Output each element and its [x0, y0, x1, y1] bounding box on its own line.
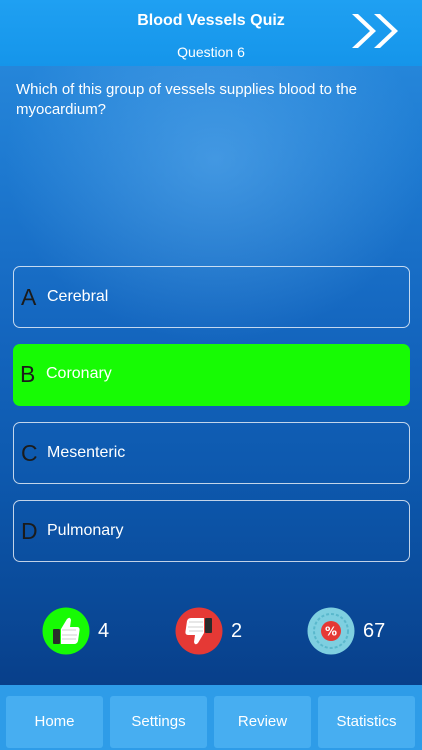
answer-option-d[interactable]: D Pulmonary [13, 500, 410, 562]
next-question-button[interactable] [348, 10, 408, 52]
percent-badge-icon: % [307, 607, 355, 655]
quiz-screen: Blood Vessels Quiz Question 6 Which of t… [0, 0, 422, 750]
tab-home[interactable]: Home [6, 696, 103, 748]
question-text: Which of this group of vessels supplies … [16, 81, 358, 118]
correct-count-badge [42, 607, 90, 655]
wrong-count-badge [175, 607, 223, 655]
answer-text: Pulmonary [47, 522, 124, 539]
answer-letter: A [21, 284, 37, 310]
answer-letter: D [21, 518, 38, 544]
answer-text: Mesenteric [47, 444, 126, 461]
tab-review[interactable]: Review [214, 696, 311, 748]
thumbs-down-icon [175, 607, 223, 655]
header-bar: Blood Vessels Quiz Question 6 [0, 0, 422, 66]
percent-score: 67 [363, 620, 386, 642]
answer-option-b[interactable]: B Coronary [13, 344, 410, 406]
svg-text:%: % [325, 625, 337, 639]
tab-statistics[interactable]: Statistics [318, 696, 415, 748]
answer-text: Cerebral [47, 288, 109, 305]
answer-option-a[interactable]: A Cerebral [13, 266, 410, 328]
wrong-count: 2 [231, 620, 243, 642]
answer-letter: B [20, 361, 36, 387]
answer-text: Coronary [46, 365, 112, 382]
tab-settings[interactable]: Settings [110, 696, 207, 748]
thumbs-up-icon [42, 607, 90, 655]
correct-count: 4 [98, 620, 110, 642]
percent-badge: % [307, 607, 355, 655]
double-chevron-right-icon [352, 14, 398, 48]
answer-option-c[interactable]: C Mesenteric [13, 422, 410, 484]
answer-letter: C [21, 440, 38, 466]
